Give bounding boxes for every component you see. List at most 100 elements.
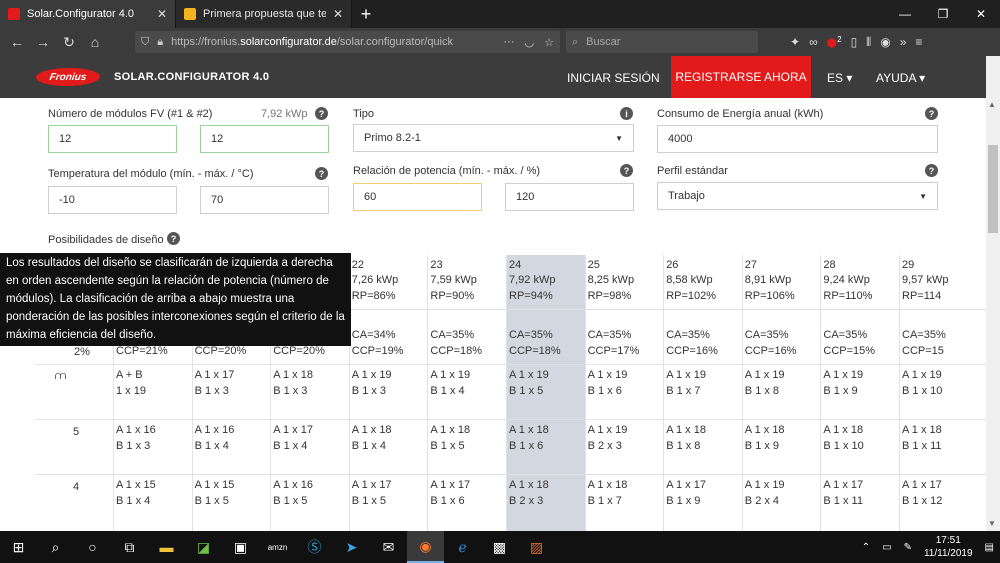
close-window-icon[interactable]: ✕ — [962, 0, 1000, 28]
clock-time: 17:51 — [935, 535, 961, 546]
string-a: A 1 x 17 — [194, 369, 235, 381]
back-icon[interactable]: ← — [6, 31, 28, 53]
reload-icon[interactable]: ↻ — [58, 31, 80, 53]
string-a: A 1 x 19 — [823, 369, 864, 381]
register-button[interactable]: REGISTRARSE AHORA — [671, 56, 811, 98]
new-tab-icon[interactable]: + — [352, 0, 380, 28]
amazon-icon[interactable]: amzn — [259, 531, 296, 563]
info-icon[interactable]: i — [620, 107, 633, 120]
design-column[interactable]: 29 9,57 kWp RP=114 CA=35% CCP=15 A 1 x 19 B 1 … — [899, 255, 978, 531]
design-column[interactable]: 26 8,58 kWp RP=102% CA=35% CCP=16% A 1 x 19 B … — [663, 255, 742, 531]
mask-icon[interactable]: ∞ — [809, 35, 818, 49]
column-number: 28 — [823, 259, 836, 271]
modules-1-input[interactable]: 12 — [48, 125, 177, 153]
help-icon[interactable]: ? — [620, 164, 633, 177]
scrollbar-thumb[interactable] — [988, 145, 998, 233]
sidebar-icon[interactable]: ▯ — [851, 35, 858, 49]
pocket-icon[interactable]: ◡ — [525, 36, 535, 49]
chevron-up-icon[interactable]: ⌃ — [862, 542, 870, 553]
app-green-icon[interactable]: ◪ — [185, 531, 222, 563]
help-icon[interactable]: ? — [167, 232, 180, 245]
edge-icon[interactable]: ℯ — [444, 531, 481, 563]
perfil-select[interactable]: Trabajo ▼ — [657, 182, 938, 210]
sync-icon[interactable]: ◉ — [880, 35, 890, 49]
extension-icon[interactable]: ✦ — [790, 35, 800, 49]
cortana-icon[interactable]: ○ — [74, 531, 111, 563]
menu-icon[interactable]: ≡ — [915, 35, 922, 49]
close-tab-icon[interactable]: ✕ — [157, 7, 167, 21]
relacion-min-input[interactable]: 60 — [353, 183, 482, 211]
string-b: B 1 x 7 — [666, 385, 701, 397]
address-bar[interactable]: ⛉ 🔒︎ https://fronius. solarconfigurator.d… — [135, 31, 560, 53]
app-image-icon[interactable]: ▨ — [518, 531, 555, 563]
help-menu[interactable]: AYUDA ▾ — [876, 71, 925, 85]
lock-icon: 🔒︎ — [157, 35, 164, 48]
design-column[interactable]: 24 7,92 kWp RP=94% CA=35% CCP=18% A 1 x 19 B 1… — [506, 255, 585, 531]
design-column[interactable]: 22 7,26 kWp RP=86% CA=34% CCP=19% A 1 x 19 B 1… — [348, 255, 428, 531]
temp-max-input[interactable]: 70 — [200, 186, 329, 214]
help-icon[interactable]: ? — [315, 167, 328, 180]
clock[interactable]: 17:51 11/11/2019 — [924, 534, 973, 560]
library-icon[interactable]: ⫴ — [866, 35, 871, 50]
scroll-down-icon[interactable]: ▼ — [988, 519, 996, 528]
help-icon[interactable]: ? — [925, 107, 938, 120]
clock-date: 11/11/2019 — [923, 548, 973, 559]
pen-icon[interactable]: ✎ — [904, 542, 912, 553]
string-b: B 1 x 3 — [194, 385, 229, 397]
string-a: A 1 x 17 — [351, 479, 392, 491]
bookmark-star-icon[interactable]: ☆ — [544, 36, 554, 49]
column-ccp: CCP=19% — [351, 345, 404, 357]
search-input[interactable]: ⌕ Buscar — [566, 31, 758, 53]
telegram-icon[interactable]: ➤ — [333, 531, 370, 563]
column-kwp: 9,24 kWp — [823, 274, 870, 286]
forward-icon[interactable]: → — [32, 31, 54, 53]
file-explorer-icon[interactable]: ▬ — [148, 531, 185, 563]
relacion-max-input[interactable]: 120 — [505, 183, 634, 211]
more-actions-icon[interactable]: ··· — [504, 36, 515, 49]
login-link[interactable]: INICIAR SESIÓN — [567, 71, 660, 85]
grid-divider — [35, 364, 986, 365]
app-avatar-icon[interactable]: ▩ — [481, 531, 518, 563]
string-a: A 1 x 18 — [430, 424, 471, 436]
help-icon[interactable]: ? — [925, 164, 938, 177]
mail-icon[interactable]: ✉ — [370, 531, 407, 563]
column-rp: RP=106% — [744, 290, 795, 302]
close-tab-icon[interactable]: ✕ — [333, 7, 343, 21]
windows-start-icon[interactable]: ⊞ — [0, 531, 37, 563]
adblock-icon[interactable]: ⬢2 — [827, 35, 842, 50]
design-column[interactable]: 27 8,91 kWp RP=106% CA=35% CCP=16% A 1 x 19 B … — [741, 255, 821, 531]
maximize-icon[interactable]: ❐ — [924, 0, 962, 28]
battery-icon[interactable]: ▭ — [882, 542, 891, 553]
scroll-up-icon[interactable]: ▲ — [988, 100, 996, 109]
fronius-logo[interactable]: Fronius — [34, 68, 102, 86]
temp-min-input[interactable]: -10 — [48, 186, 177, 214]
column-number: 24 — [509, 259, 522, 271]
tab-primera-propuesta[interactable]: Primera propuesta que tengo p ✕ — [176, 0, 352, 28]
language-menu[interactable]: ES ▾ — [827, 71, 852, 85]
home-icon[interactable]: ⌂ — [84, 31, 106, 53]
design-column[interactable]: 28 9,24 kWp RP=110% CA=35% CCP=15% A 1 x 19 B … — [820, 255, 899, 531]
notification-icon[interactable]: ▤ — [985, 542, 994, 553]
column-ca: CA=35% — [823, 329, 868, 341]
posibilidades-label: Posibilidades de diseño — [48, 234, 164, 246]
tab-solar-configurator[interactable]: Solar.Configurator 4.0 ✕ — [0, 0, 176, 28]
string-a: A 1 x 15 — [194, 479, 235, 491]
skype-icon[interactable]: Ⓢ — [296, 531, 333, 563]
help-icon[interactable]: ? — [315, 107, 328, 120]
task-view-icon[interactable]: ⧉ — [111, 531, 148, 563]
store-icon[interactable]: ▣ — [222, 531, 259, 563]
minimize-icon[interactable]: — — [886, 0, 924, 28]
firefox-icon[interactable]: ◉ — [407, 531, 444, 563]
overflow-icon[interactable]: » — [900, 35, 907, 49]
page-scrollbar[interactable] — [986, 56, 1000, 531]
string-b: B 1 x 3 — [273, 385, 308, 397]
design-column[interactable]: 23 7,59 kWp RP=90% CA=35% CCP=18% A 1 x 19 B 1… — [427, 255, 506, 531]
string-b: B 1 x 7 — [587, 495, 622, 507]
tipo-select[interactable]: Primo 8.2-1 ▼ — [353, 124, 634, 152]
consumo-input[interactable]: 4000 — [657, 125, 938, 153]
forum-favicon-icon — [184, 8, 196, 20]
search-icon[interactable]: ⌕ — [37, 531, 74, 563]
column-number: 23 — [430, 259, 443, 271]
design-column[interactable]: 25 8,25 kWp RP=98% CA=35% CCP=17% A 1 x 19 B 1… — [584, 255, 664, 531]
modules-2-input[interactable]: 12 — [200, 125, 329, 153]
